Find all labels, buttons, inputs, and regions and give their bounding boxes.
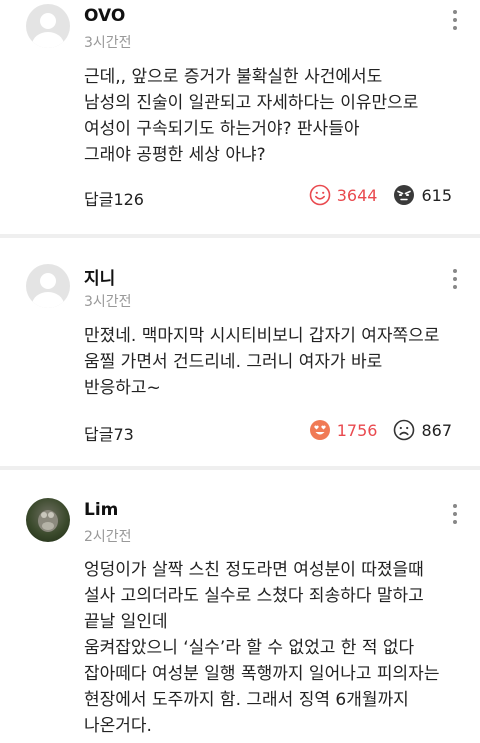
reply-button[interactable]: 답글73 (84, 421, 134, 445)
like-count: 1756 (336, 420, 378, 440)
comment-line: 현장에서 도주까지 함. 그래서 징역 6개월까지 (84, 690, 409, 710)
reaction-bar: 1756 867 (309, 419, 452, 441)
comment-line: 근데,, 앞으로 증거가 불확실한 사건에서도 (84, 67, 383, 87)
comment-author[interactable]: OVO (84, 6, 125, 26)
comment-item: OVO 3시간전 근데,, 앞으로 증거가 불확실한 사건에서도 남성의 진술이… (0, 0, 480, 236)
smile-outline-icon[interactable] (309, 184, 331, 206)
comment-line: 엉덩이가 살짝 스친 정도라면 여성분이 따졌을때 (84, 560, 424, 580)
comment-item: Lim 2시간전 엉덩이가 살짝 스친 정도라면 여성분이 따졌을때 설사 고의… (0, 470, 480, 743)
reply-button[interactable]: 답글126 (84, 186, 144, 210)
comment-author[interactable]: Lim (84, 500, 118, 520)
avatar[interactable] (26, 498, 70, 542)
comment-line: 움켜잡았으니 ‘실수’라 할 수 없었고 한 적 없다 (84, 638, 415, 658)
dislike-count: 867 (421, 420, 452, 440)
comment-line: 남성의 진술이 일관되고 자세하다는 이유만으로 (84, 93, 419, 113)
comment-line: 그래야 공평한 세상 아냐? (84, 145, 266, 165)
comment-line: 끝날 일인데 (84, 612, 168, 632)
comment-body: 근데,, 앞으로 증거가 불확실한 사건에서도 남성의 진술이 일관되고 자세하… (84, 64, 456, 168)
sad-outline-icon[interactable] (393, 419, 415, 441)
love-face-icon[interactable] (309, 419, 331, 441)
comment-time: 3시간전 (84, 294, 132, 310)
comment-time: 3시간전 (84, 35, 132, 51)
comment-time: 2시간전 (84, 529, 132, 545)
avatar[interactable] (26, 4, 70, 48)
comment-line: 나온거다. (84, 716, 152, 736)
more-options-icon[interactable] (452, 504, 458, 524)
comment-line: 여성이 구속되기도 하는거야? 판사들아 (84, 119, 360, 139)
avatar[interactable] (26, 264, 70, 308)
comment-line: 움찔 가면서 건드리네. 그러니 여자가 바로 (84, 352, 383, 372)
comment-line: 잡아떼다 여성분 일행 폭행까지 일어나고 피의자는 (84, 664, 440, 684)
comment-line: 반응하고~ (84, 378, 161, 398)
comment-line: 설사 고의더라도 실수로 스쳤다 죄송하다 말하고 (84, 586, 424, 606)
comment-line: 만졌네. 맥마지막 시시티비보니 갑자기 여자쪽으로 (84, 326, 440, 346)
comment-body: 엉덩이가 살짝 스친 정도라면 여성분이 따졌을때 설사 고의더라도 실수로 스… (84, 557, 456, 739)
comment-item: 지니 3시간전 만졌네. 맥마지막 시시티비보니 갑자기 여자쪽으로 움찔 가면… (0, 238, 480, 468)
more-options-icon[interactable] (452, 10, 458, 30)
comment-body: 만졌네. 맥마지막 시시티비보니 갑자기 여자쪽으로 움찔 가면서 건드리네. … (84, 323, 456, 401)
angry-face-icon[interactable] (393, 184, 415, 206)
like-count: 3644 (336, 185, 378, 205)
comment-author[interactable]: 지니 (84, 264, 115, 289)
dislike-count: 615 (421, 185, 452, 205)
reaction-bar: 3644 615 (309, 184, 452, 206)
more-options-icon[interactable] (452, 269, 458, 289)
